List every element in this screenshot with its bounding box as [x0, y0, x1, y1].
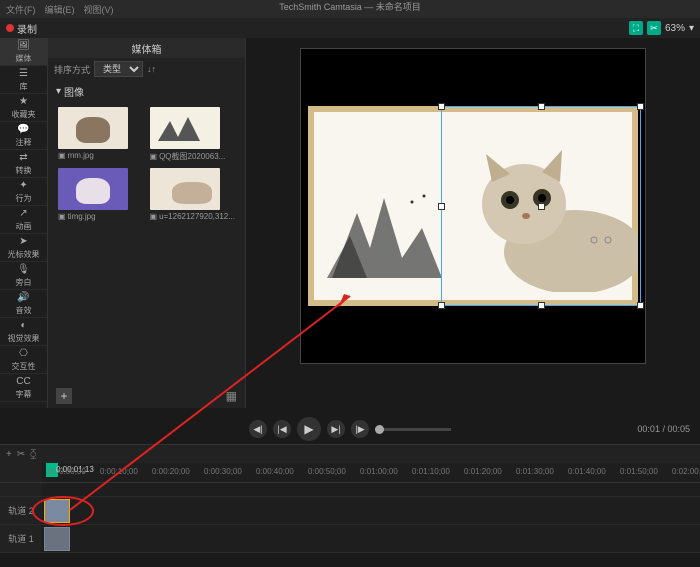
media-thumb[interactable]: QQ截图2020063...: [150, 107, 236, 162]
timeline-cut-icon[interactable]: ✂: [17, 449, 25, 460]
timeline-toolbar: + ✂ ⧲: [0, 445, 700, 463]
timeline-ruler[interactable]: 0:00:01;13 0:00:00;00 0:00:10;00 0:00:20…: [0, 463, 700, 483]
crop-icon[interactable]: ✂: [647, 21, 661, 35]
sidebar-item-narration[interactable]: 🎙旁白: [0, 262, 47, 290]
media-panel-title: 媒体箱: [48, 38, 245, 58]
top-toolbar: 录制 ⛶ ✂ 63% ▾: [0, 18, 700, 38]
mic-icon: 🎙: [18, 264, 30, 276]
folder-header[interactable]: ▾图像: [48, 80, 245, 103]
fit-icon[interactable]: ⛶: [629, 21, 643, 35]
star-icon: ★: [18, 96, 30, 108]
sidebar-item-captions[interactable]: CC字幕: [0, 374, 47, 402]
sort-order-icon[interactable]: ↓↑: [147, 64, 156, 74]
zoom-slider[interactable]: [375, 428, 451, 431]
timeline-clip[interactable]: [44, 499, 70, 523]
step-back-button[interactable]: |◀: [273, 420, 291, 438]
cursor-icon: ➤: [18, 236, 30, 248]
selection-box[interactable]: [441, 106, 641, 306]
track-row[interactable]: [42, 525, 700, 553]
sidebar-item-animations[interactable]: ↗动画: [0, 206, 47, 234]
resize-handle[interactable]: [637, 302, 644, 309]
timeline-add-icon[interactable]: +: [6, 449, 12, 460]
menu-item[interactable]: 文件(F) 编辑(E) 视图(V): [6, 3, 123, 16]
resize-handle[interactable]: [438, 203, 445, 210]
resize-handle[interactable]: [637, 103, 644, 110]
mountain-image: [322, 178, 452, 288]
play-button[interactable]: ▶: [297, 417, 321, 441]
media-thumb[interactable]: timg.jpg: [58, 168, 144, 221]
resize-handle[interactable]: [538, 302, 545, 309]
prev-frame-button[interactable]: ◀|: [249, 420, 267, 438]
sidebar-item-annotations[interactable]: 💬注释: [0, 122, 47, 150]
track-row[interactable]: [42, 497, 700, 525]
media-panel: 媒体箱 排序方式 类型 ↓↑ ▾图像 mm.jpg QQ截图2020063...…: [48, 38, 246, 408]
visual-icon: ◐: [18, 320, 30, 332]
sidebar-item-cursor[interactable]: ➤光标效果: [0, 234, 47, 262]
thumb-name: u=1262127920,312...: [150, 212, 236, 221]
timeline-magnet-icon[interactable]: ⧲: [30, 449, 36, 460]
media-grid: mm.jpg QQ截图2020063... timg.jpg u=1262127…: [48, 103, 245, 225]
resize-handle[interactable]: [538, 203, 545, 210]
sort-row: 排序方式 类型 ↓↑: [48, 58, 245, 80]
record-button[interactable]: 录制: [6, 21, 37, 36]
track-label[interactable]: 轨道 2: [0, 497, 42, 525]
library-icon: ☰: [18, 68, 30, 80]
sidebar-item-interactive[interactable]: ⎔交互性: [0, 346, 47, 374]
next-frame-button[interactable]: |▶: [351, 420, 369, 438]
media-thumb[interactable]: u=1262127920,312...: [150, 168, 236, 221]
media-thumb[interactable]: mm.jpg: [58, 107, 144, 162]
record-label: 录制: [17, 21, 37, 36]
thumb-name: timg.jpg: [58, 212, 144, 221]
resize-handle[interactable]: [438, 103, 445, 110]
sidebar-item-favorites[interactable]: ★收藏夹: [0, 94, 47, 122]
slider-handle[interactable]: [375, 425, 384, 434]
thumb-name: QQ截图2020063...: [150, 151, 236, 162]
zoom-controls: ⛶ ✂ 63% ▾: [629, 21, 694, 35]
preview-canvas[interactable]: [300, 48, 646, 364]
callout-icon: 💬: [18, 124, 30, 136]
preview-panel: [246, 38, 700, 408]
time-display: 00:01 / 00:05: [637, 424, 690, 434]
sidebar-item-library[interactable]: ☰库: [0, 66, 47, 94]
track-label[interactable]: 轨道 1: [0, 525, 42, 553]
sidebar-item-visual[interactable]: ◐视觉效果: [0, 318, 47, 346]
app-title: TechSmith Camtasia — 未命名项目: [279, 0, 421, 13]
resize-handle[interactable]: [538, 103, 545, 110]
sort-select[interactable]: 类型: [94, 61, 143, 77]
sort-label: 排序方式: [54, 63, 90, 76]
transition-icon: ⇄: [18, 152, 30, 164]
playback-bar: ◀| |◀ ▶ ▶| |▶ 00:01 / 00:05: [0, 414, 700, 444]
timeline: + ✂ ⧲ 0:00:01;13 0:00:00;00 0:00:10;00 0…: [0, 444, 700, 567]
zoom-level: 63%: [665, 23, 685, 34]
audio-icon: 🔊: [18, 292, 30, 304]
sidebar-item-transitions[interactable]: ⇄转换: [0, 150, 47, 178]
interactive-icon: ⎔: [18, 348, 30, 360]
menu-bar[interactable]: 文件(F) 编辑(E) 视图(V) TechSmith Camtasia — 未…: [0, 0, 700, 18]
record-icon: [6, 24, 14, 32]
add-media-button[interactable]: +: [56, 388, 72, 404]
chevron-down-icon: ▾: [56, 86, 61, 97]
resize-handle[interactable]: [438, 302, 445, 309]
animation-icon: ↗: [18, 208, 30, 220]
sidebar-item-media[interactable]: 🖼媒体: [0, 38, 47, 66]
canvas-frame: [308, 106, 638, 306]
behavior-icon: ✦: [18, 180, 30, 192]
media-icon: 🖼: [18, 40, 30, 52]
tool-sidebar: 🖼媒体 ☰库 ★收藏夹 💬注释 ⇄转换 ✦行为 ↗动画 ➤光标效果 🎙旁白 🔊音…: [0, 38, 48, 408]
step-fwd-button[interactable]: ▶|: [327, 420, 345, 438]
sidebar-item-audio[interactable]: 🔊音效: [0, 290, 47, 318]
view-mode-icon[interactable]: ▦: [226, 389, 237, 403]
chevron-down-icon[interactable]: ▾: [689, 23, 694, 34]
sidebar-item-behaviors[interactable]: ✦行为: [0, 178, 47, 206]
cc-icon: CC: [18, 376, 30, 388]
thumb-name: mm.jpg: [58, 151, 144, 160]
